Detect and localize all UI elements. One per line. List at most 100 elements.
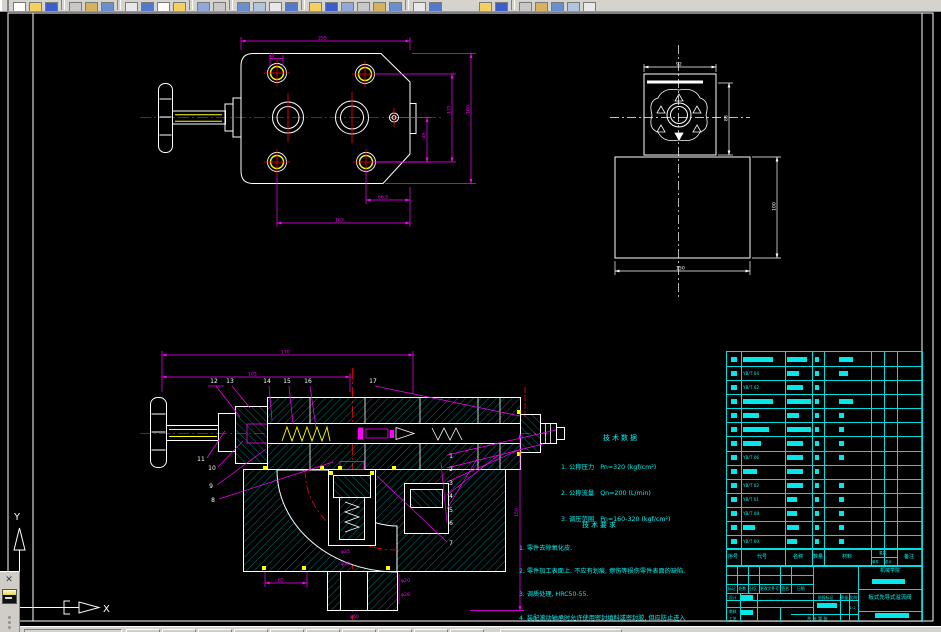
svg-text:45: 45 xyxy=(422,132,428,138)
close-icon[interactable]: ✕ xyxy=(3,575,15,586)
publish-icon[interactable] xyxy=(100,1,114,11)
bom-qty-block xyxy=(815,511,819,517)
tech-data-line: 2. 公称流量 Qn=200 (L/min) xyxy=(561,489,651,497)
command-palette-strip[interactable]: ✕ xyxy=(0,571,20,632)
bom-header-remark: 备注 xyxy=(904,554,915,560)
designcenter-icon[interactable] xyxy=(324,1,338,11)
grip-dot xyxy=(8,621,11,624)
quickcalc-icon[interactable] xyxy=(388,1,402,11)
bom-material-block xyxy=(839,356,853,362)
bom-name-block xyxy=(787,511,797,517)
svg-text:4: 4 xyxy=(449,493,453,500)
paste-icon[interactable] xyxy=(156,1,170,11)
bom-header-weight: 重量 xyxy=(879,551,887,555)
svg-text:12: 12 xyxy=(210,378,218,385)
bom-material-block xyxy=(839,539,844,545)
svg-text:15: 15 xyxy=(269,53,275,59)
svg-text:11: 11 xyxy=(197,456,205,463)
bom-header-qty: 数量 xyxy=(813,554,824,560)
qnew-icon[interactable] xyxy=(12,1,26,11)
rev-date-label: 日期 xyxy=(797,585,805,591)
properties-icon[interactable] xyxy=(308,1,322,11)
svg-text:180: 180 xyxy=(466,105,472,114)
command-window-icon[interactable] xyxy=(2,589,17,604)
svg-text:88: 88 xyxy=(724,115,730,121)
rev-count-label: 处数 xyxy=(738,585,747,591)
bom-qty-block xyxy=(815,539,819,545)
section-view: 170 105 150 65 φ20 φ28 φ60 φ25 φ30 12 13… xyxy=(140,350,565,620)
title-block-filled-field xyxy=(872,579,905,584)
help-icon[interactable] xyxy=(582,1,596,11)
bom-seq-block xyxy=(731,440,737,446)
render-icon[interactable] xyxy=(518,1,532,11)
status-bar xyxy=(0,626,941,632)
layer-icon[interactable] xyxy=(412,1,426,11)
main-valve-column xyxy=(328,461,376,546)
cut-icon[interactable] xyxy=(124,1,138,11)
redo-icon[interactable] xyxy=(212,1,226,11)
mapping-icon[interactable] xyxy=(566,1,580,11)
zoom-realtime-icon[interactable] xyxy=(252,1,266,11)
lights-icon[interactable] xyxy=(534,1,548,11)
svg-text:X: X xyxy=(103,604,110,615)
save-icon[interactable] xyxy=(44,1,58,11)
match-properties-icon[interactable] xyxy=(172,1,186,11)
toolbar-separator xyxy=(117,0,121,10)
bom-material-block xyxy=(839,455,844,460)
title-block-filled-field xyxy=(817,603,837,608)
grip-dot xyxy=(8,626,11,629)
bom-qty-block xyxy=(815,455,819,460)
bom-qty-block xyxy=(815,384,819,390)
open-icon[interactable] xyxy=(28,1,42,11)
svg-text:10: 10 xyxy=(208,465,216,472)
svg-text:66.5: 66.5 xyxy=(378,195,388,201)
svg-text:105: 105 xyxy=(248,372,257,378)
bom-seq-block xyxy=(731,469,737,475)
bom-material-block xyxy=(839,370,848,376)
plot-preview-icon[interactable] xyxy=(84,1,98,11)
svg-text:65: 65 xyxy=(278,578,284,584)
title-block-filled-field xyxy=(741,609,753,615)
svg-text:255: 255 xyxy=(318,36,327,42)
bom-code-text: YB/T 01 xyxy=(743,497,760,503)
bom-material-block xyxy=(839,426,844,432)
bom-seq-block xyxy=(731,539,737,545)
bom-material-block xyxy=(839,525,844,531)
toolbar-separator xyxy=(301,0,305,10)
undo-icon[interactable] xyxy=(196,1,210,11)
layer-states-icon[interactable] xyxy=(428,1,442,11)
bom-material-block xyxy=(839,511,844,517)
svg-text:16: 16 xyxy=(304,378,312,385)
plot-icon[interactable] xyxy=(68,1,82,11)
zoom-previous-icon[interactable] xyxy=(284,1,298,11)
pan-realtime-icon[interactable] xyxy=(236,1,250,11)
materials-icon[interactable] xyxy=(550,1,564,11)
tool-palettes-icon[interactable] xyxy=(340,1,354,11)
toolbar-grip[interactable] xyxy=(0,0,9,11)
bom-code-block xyxy=(743,525,755,531)
check-label: 审核 xyxy=(729,608,737,614)
tech-req-line: 1. 零件去除氧化皮. xyxy=(519,544,573,552)
svg-text:φ20: φ20 xyxy=(401,578,410,584)
toolbar-separator xyxy=(61,0,65,10)
ucs-icon[interactable] xyxy=(478,1,492,11)
bom-name-block xyxy=(787,455,803,460)
bom-code-text: YB/T 02 xyxy=(743,483,760,489)
ucs-world-icon[interactable] xyxy=(494,1,508,11)
bom-name-block xyxy=(787,539,797,545)
bom-seq-block xyxy=(731,412,737,418)
copy-icon[interactable] xyxy=(140,1,154,11)
bom-qty-block xyxy=(815,483,819,489)
zoom-window-icon[interactable] xyxy=(268,1,282,11)
bom-name-block xyxy=(787,469,803,475)
svg-text:92: 92 xyxy=(676,62,682,68)
svg-text:17: 17 xyxy=(369,378,377,385)
bom-code-text: YB/T 06 xyxy=(743,455,760,460)
grip-dot xyxy=(8,616,11,619)
markup-icon[interactable] xyxy=(372,1,386,11)
title-block: 标记 处数 分区 更改文件号 签名 日期 设计 审核 工艺 阶段标记 质量 比例… xyxy=(726,565,923,622)
sheetset-manager-icon[interactable] xyxy=(356,1,370,11)
bom-seq-block xyxy=(731,426,737,432)
bom-code-text: YB/T 00 xyxy=(743,539,760,545)
rev-doc-label: 更改文件号 xyxy=(760,585,779,591)
